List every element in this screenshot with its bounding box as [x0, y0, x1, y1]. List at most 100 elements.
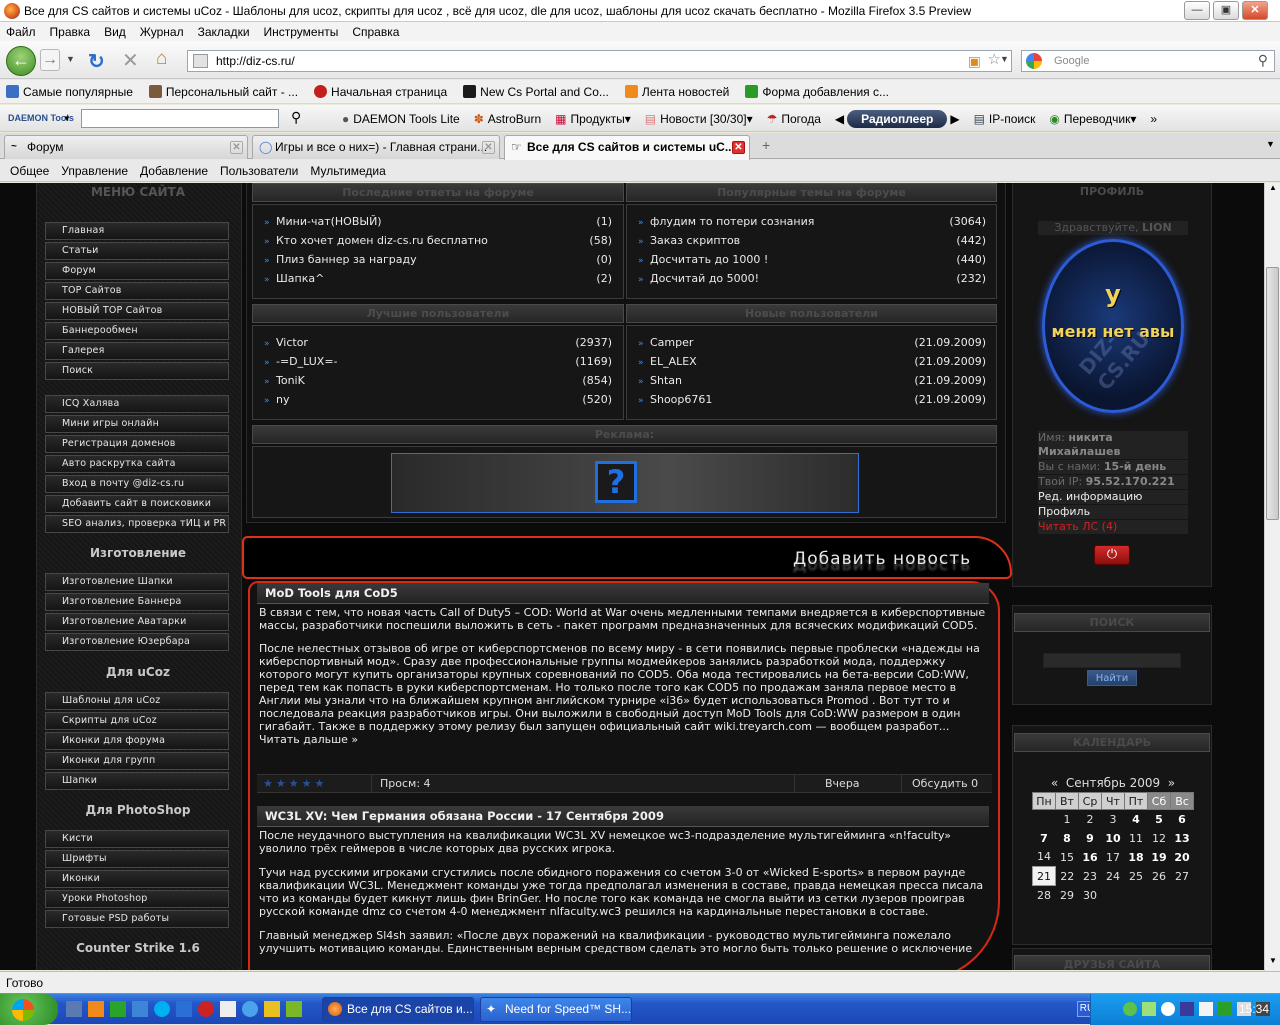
calendar-day[interactable]: 18: [1125, 848, 1148, 867]
left-menu-item[interactable]: Изготовление Шапки: [45, 573, 229, 591]
sitenav-general[interactable]: Общее: [10, 164, 49, 178]
calendar-day[interactable]: 2: [1079, 810, 1102, 829]
calendar-day[interactable]: 17: [1102, 848, 1125, 867]
best-user-item[interactable]: » ny (520): [264, 393, 612, 412]
bookmark-item[interactable]: Самые популярные: [6, 85, 133, 99]
news1-title[interactable]: MoD Tools для CoD5: [257, 583, 989, 604]
scroll-down-icon[interactable]: ▼: [1266, 956, 1280, 970]
tray-icon[interactable]: [1199, 1002, 1213, 1016]
maximize-button[interactable]: ▣: [1213, 1, 1239, 20]
clock[interactable]: 15:34: [1239, 1002, 1269, 1016]
calendar-day[interactable]: 27: [1171, 867, 1194, 886]
taskbar-nfs[interactable]: ✦ Need for Speed™ SH...: [480, 997, 632, 1022]
calendar-day[interactable]: 12: [1148, 829, 1171, 848]
icq-tray-icon[interactable]: [1123, 1002, 1137, 1016]
rss-icon[interactable]: ▣: [968, 51, 981, 71]
daemon-lite-item[interactable]: ● DAEMON Tools Lite: [342, 110, 460, 128]
left-menu-item[interactable]: Уроки Photoshop: [45, 890, 229, 908]
left-menu-item[interactable]: Авто раскрутка сайта: [45, 455, 229, 473]
close-button[interactable]: ✕: [1242, 1, 1268, 20]
calendar-day[interactable]: 5: [1148, 810, 1171, 829]
news-item[interactable]: ▤ Новости [30/30] ▾: [645, 110, 753, 128]
toolbar-overflow-icon[interactable]: »: [1150, 110, 1157, 128]
left-menu-item[interactable]: Изготовление Аватарки: [45, 613, 229, 631]
radio-next-icon[interactable]: ▶: [950, 112, 959, 126]
calendar-day[interactable]: 16: [1079, 848, 1102, 867]
calendar-day[interactable]: 1: [1056, 810, 1079, 829]
scrollbar-thumb[interactable]: [1266, 267, 1279, 520]
left-menu-item[interactable]: Изготовление Баннера: [45, 593, 229, 611]
calendar-day[interactable]: 6: [1171, 810, 1194, 829]
site-search-button[interactable]: Найти: [1087, 670, 1137, 686]
calendar-day[interactable]: 24: [1102, 867, 1125, 886]
tab-close-icon[interactable]: ✕: [732, 141, 745, 154]
left-menu-item[interactable]: TOP Сайтов: [45, 282, 229, 300]
left-menu-item[interactable]: НОВЫЙ TOP Сайтов: [45, 302, 229, 320]
left-menu-item[interactable]: Баннерообмен: [45, 322, 229, 340]
left-menu-item[interactable]: Мини игры онлайн: [45, 415, 229, 433]
left-menu-item[interactable]: Добавить сайт в поисковики: [45, 495, 229, 513]
bookmark-item[interactable]: New Cs Portal and Co...: [463, 85, 609, 99]
add-news-link[interactable]: Добавить новость: [793, 549, 971, 569]
bookmark-item[interactable]: Персональный сайт - ...: [148, 85, 298, 99]
quick-launch-icon[interactable]: [242, 1001, 258, 1017]
left-menu-item[interactable]: Иконки для групп: [45, 752, 229, 770]
reload-icon[interactable]: ↻: [88, 49, 105, 74]
menu-bookmarks[interactable]: Закладки: [198, 25, 250, 39]
calendar-day[interactable]: 7: [1033, 829, 1056, 848]
calendar-next[interactable]: »: [1168, 776, 1175, 790]
new-user-item[interactable]: » Shoop6761 (21.09.2009): [638, 393, 986, 412]
menu-view[interactable]: Вид: [104, 25, 126, 39]
best-user-item[interactable]: » Victor (2937): [264, 336, 612, 355]
calendar-day[interactable]: 23: [1079, 867, 1102, 886]
popular-topic-item[interactable]: » Досчитать до 1000 ! (440): [638, 253, 986, 272]
left-menu-item[interactable]: Изготовление Юзербара: [45, 633, 229, 651]
calendar-day[interactable]: 30: [1079, 886, 1102, 905]
new-tab-button[interactable]: +: [762, 137, 770, 153]
menu-tools[interactable]: Инструменты: [264, 25, 339, 39]
calendar-day[interactable]: 8: [1056, 829, 1079, 848]
quick-launch-icon[interactable]: [176, 1001, 192, 1017]
menu-file[interactable]: Файл: [6, 25, 36, 39]
private-messages-link[interactable]: Читать ЛС (4): [1038, 520, 1188, 534]
popular-topic-item[interactable]: » Заказ скриптов (442): [638, 234, 986, 253]
left-menu-item[interactable]: Скрипты для uCoz: [45, 712, 229, 730]
news1-read-more[interactable]: Читать дальше »: [259, 733, 987, 746]
ad-banner[interactable]: ?: [391, 453, 859, 513]
calendar-day[interactable]: 4: [1125, 810, 1148, 829]
daemon-search-icon[interactable]: ⚲: [291, 109, 301, 126]
forum-reply-item[interactable]: » Плиз баннер за награду (0): [264, 253, 612, 272]
calendar-day[interactable]: 20: [1171, 848, 1194, 867]
new-user-item[interactable]: » Shtan (21.09.2009): [638, 374, 986, 393]
calendar-day[interactable]: 25: [1125, 867, 1148, 886]
calendar-day[interactable]: 11: [1125, 829, 1148, 848]
daemon-logo[interactable]: DAEMON Tools: [8, 113, 74, 123]
logout-power-icon[interactable]: ⏻: [1094, 545, 1130, 565]
site-search-input[interactable]: [1043, 653, 1181, 668]
history-dropdown-icon[interactable]: ▼: [66, 54, 75, 64]
tray-icon[interactable]: [1161, 1002, 1175, 1016]
calendar-day[interactable]: 3: [1102, 810, 1125, 829]
left-menu-item[interactable]: Кисти: [45, 830, 229, 848]
daemon-menu-arrow-icon[interactable]: ▼: [63, 114, 71, 123]
new-user-item[interactable]: » Camper (21.09.2009): [638, 336, 986, 355]
left-menu-item[interactable]: Иконки для форума: [45, 732, 229, 750]
stop-icon[interactable]: ✕: [122, 48, 139, 73]
left-menu-item[interactable]: SEO анализ, проверка тИЦ и PR: [45, 515, 229, 533]
quick-launch-icon[interactable]: [110, 1001, 126, 1017]
tab-list-icon[interactable]: ▼: [1266, 139, 1275, 149]
tab-close-icon[interactable]: ✕: [482, 141, 495, 154]
left-menu-item[interactable]: Шапки: [45, 772, 229, 790]
sitenav-multimedia[interactable]: Мультимедиа: [310, 164, 385, 178]
calendar-day[interactable]: 29: [1056, 886, 1079, 905]
tray-icon[interactable]: [1218, 1002, 1232, 1016]
left-menu-item[interactable]: Поиск: [45, 362, 229, 380]
forward-button[interactable]: →: [40, 49, 60, 71]
quick-launch-icon[interactable]: [66, 1001, 82, 1017]
bookmark-item[interactable]: Форма добавления с...: [745, 85, 889, 99]
calendar-day[interactable]: 13: [1171, 829, 1194, 848]
quick-launch-icon[interactable]: [220, 1001, 236, 1017]
minimize-button[interactable]: —: [1184, 1, 1210, 20]
tray-icon[interactable]: [1180, 1002, 1194, 1016]
left-menu-item[interactable]: Иконки: [45, 870, 229, 888]
